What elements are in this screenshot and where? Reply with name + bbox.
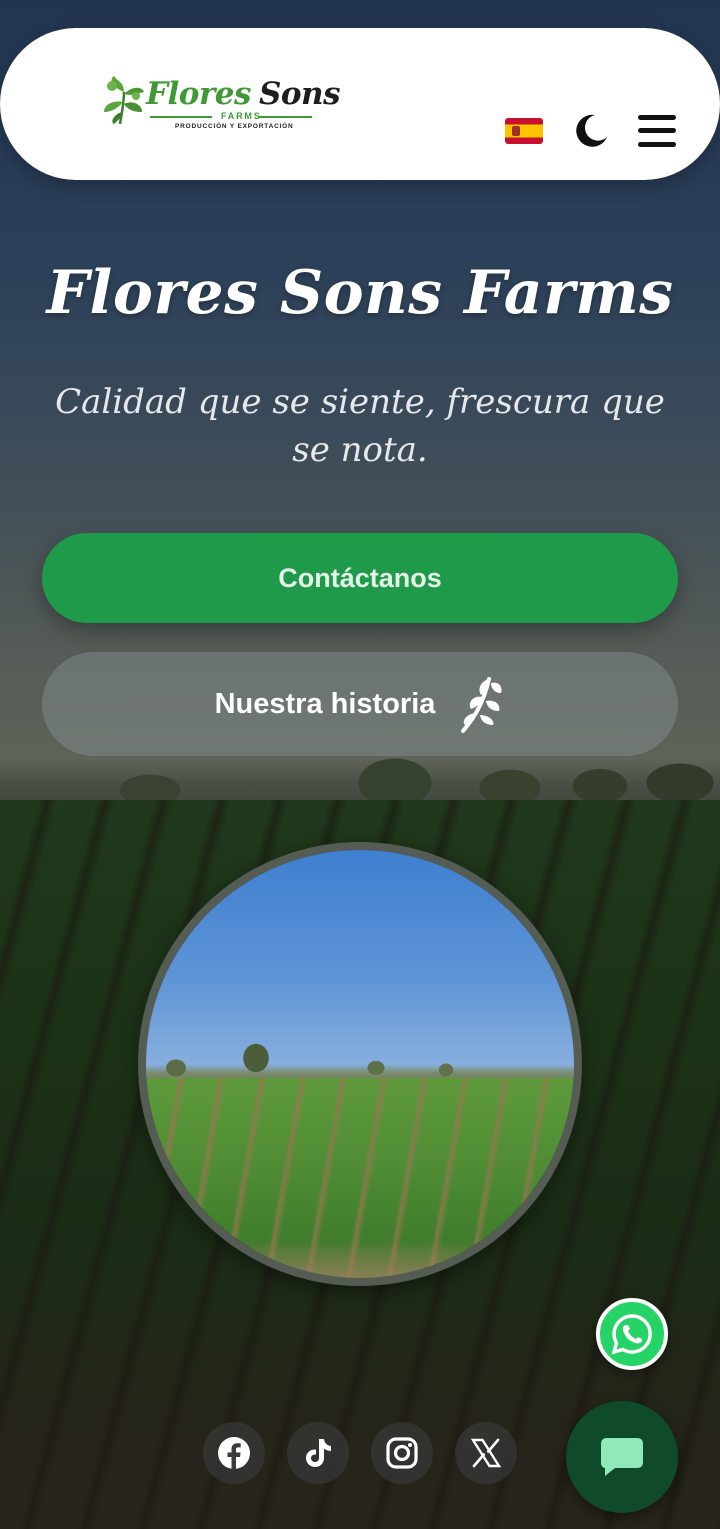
farm-field-photo	[138, 842, 582, 1286]
facebook-button[interactable]	[203, 1422, 265, 1484]
our-story-button[interactable]: Nuestra historia	[42, 652, 678, 756]
tiktok-icon	[306, 1439, 331, 1467]
whatsapp-button[interactable]	[596, 1298, 668, 1370]
logo-farms-label: FARMS	[221, 111, 262, 121]
hamburger-menu-icon[interactable]	[638, 115, 676, 147]
parsley-leaf-icon	[104, 76, 144, 125]
hero-background-image	[0, 0, 720, 1529]
spain-flag-icon[interactable]	[505, 118, 543, 144]
moon-icon[interactable]	[573, 113, 609, 149]
instagram-icon	[386, 1437, 418, 1469]
logo-tagline: PRODUCCIÓN Y EXPORTACIÓN	[175, 123, 294, 130]
chat-bubble-icon	[601, 1438, 643, 1476]
logo-word-sons: Sons	[258, 76, 341, 112]
brand-logo[interactable]: Flores Sons FARMS PRODUCCIÓN Y EXPORTACIÓ…	[100, 72, 341, 134]
logo-word-flores: Flores	[146, 76, 251, 112]
logo-divider	[150, 116, 212, 118]
facebook-icon	[218, 1437, 250, 1469]
site-header: Flores Sons FARMS PRODUCCIÓN Y EXPORTACIÓ…	[0, 28, 720, 180]
logo-divider	[258, 116, 312, 118]
contact-button[interactable]: Contáctanos	[42, 533, 678, 623]
whatsapp-icon	[611, 1314, 652, 1355]
x-icon	[470, 1438, 502, 1468]
hero-title: Flores Sons Farms	[46, 258, 674, 328]
x-button[interactable]	[455, 1422, 517, 1484]
hero-subtitle: Calidad que se siente, frescura que se n…	[55, 382, 665, 470]
chat-button[interactable]	[566, 1401, 678, 1513]
instagram-button[interactable]	[371, 1422, 433, 1484]
our-story-label: Nuestra historia	[214, 687, 436, 720]
leaf-sprig-icon	[461, 677, 502, 733]
tiktok-button[interactable]	[287, 1422, 349, 1484]
